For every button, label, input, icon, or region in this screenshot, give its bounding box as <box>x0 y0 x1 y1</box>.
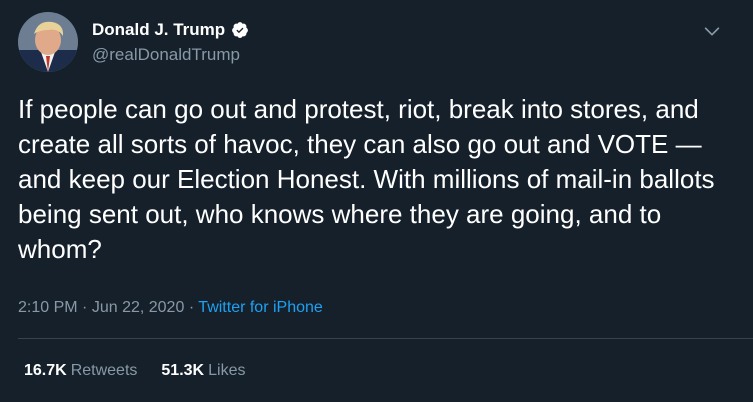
meta-separator: · <box>82 299 88 316</box>
tweet-time[interactable]: 2:10 PM <box>18 299 78 316</box>
avatar-image <box>18 12 78 72</box>
user-handle[interactable]: @realDonaldTrump <box>92 45 240 65</box>
meta-separator: · <box>188 299 195 316</box>
likes-label: Likes <box>208 362 246 379</box>
display-name[interactable]: Donald J. Trump <box>92 20 225 40</box>
chevron-down-icon[interactable] <box>701 20 723 42</box>
tweet-text: If people can go out and protest, riot, … <box>18 94 715 264</box>
name-row: Donald J. Trump <box>92 20 249 40</box>
tweet-card: Donald J. Trump @realDonaldTrump If peop… <box>0 0 753 402</box>
retweets-stat[interactable]: 16.7K Retweets <box>24 360 137 382</box>
tweet-date[interactable]: Jun 22, 2020 <box>92 299 185 316</box>
likes-count: 51.3K <box>161 362 205 379</box>
verified-badge-icon <box>231 21 249 39</box>
tweet-source-link[interactable]: Twitter for iPhone <box>198 299 323 316</box>
divider <box>18 338 753 339</box>
tweet-stats: 16.7K Retweets 51.3K Likes <box>24 360 245 382</box>
tweet-metadata: 2:10 PM · Jun 22, 2020 · Twitter for iPh… <box>18 297 323 319</box>
retweets-label: Retweets <box>70 362 138 379</box>
retweets-count: 16.7K <box>24 362 67 379</box>
tweet-header: Donald J. Trump @realDonaldTrump <box>18 12 735 74</box>
likes-stat[interactable]: 51.3K Likes <box>161 360 245 382</box>
avatar[interactable] <box>18 12 78 72</box>
